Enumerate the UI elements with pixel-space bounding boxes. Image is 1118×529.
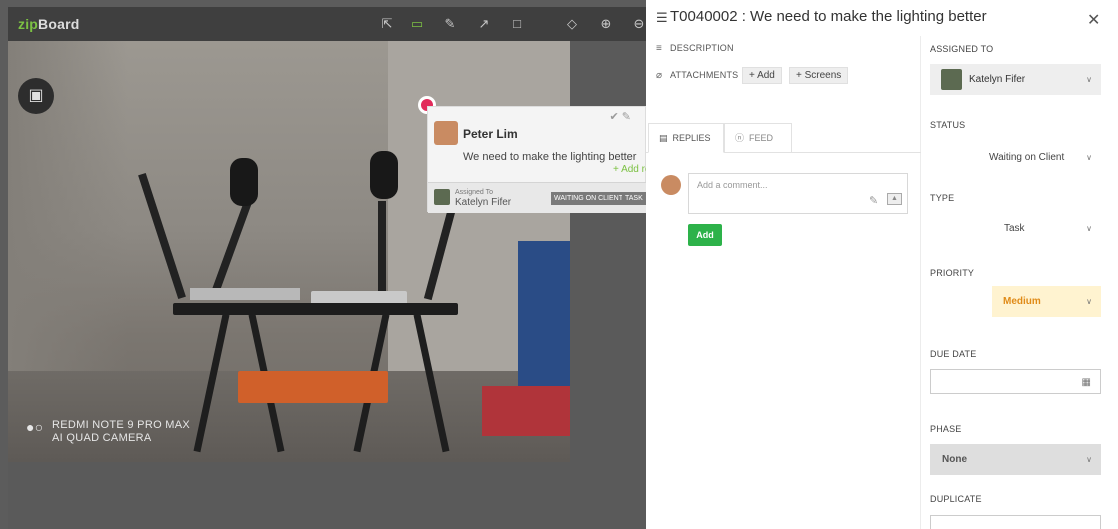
avatar	[941, 69, 962, 90]
chevron-down-icon: ∨	[1086, 75, 1092, 84]
phase-label: PHASE	[930, 424, 962, 434]
reply-icon: ▤	[659, 133, 673, 143]
type-value: Task	[1004, 223, 1025, 234]
check-icon[interactable]: ✔ ✎	[610, 110, 632, 123]
annotation-canvas[interactable]: zipBoard ⇱ ▭ ✎ ↗ □ ◇ ⊕ ⊖ ●○ REDMI NOTE 9…	[0, 0, 646, 529]
microphone-right	[370, 151, 398, 199]
phase-value: None	[942, 454, 967, 465]
camera-brand-icon: ●○	[26, 419, 44, 435]
avatar	[434, 189, 450, 205]
add-reply-link[interactable]: + Add re	[613, 164, 646, 175]
red-object	[482, 386, 570, 436]
due-date-input[interactable]: ▦	[930, 369, 1101, 394]
watermark-line1: REDMI NOTE 9 PRO MAX	[52, 419, 191, 431]
task-sidebar: ASSIGNED TO Katelyn Fifer ∨ STATUS Waiti…	[921, 36, 1118, 529]
description-label: DESCRIPTION	[670, 43, 734, 53]
priority-value: Medium	[1003, 296, 1041, 307]
status-select[interactable]: Waiting on Client ∨	[989, 142, 1101, 173]
comment-box[interactable]: ✎ ▲	[688, 173, 908, 214]
mic-stand-left	[138, 172, 186, 300]
chevron-down-icon: ∨	[1086, 455, 1092, 464]
popup-author: Peter Lim	[463, 127, 518, 141]
status-badge: WAITING ON CLIENT	[551, 192, 626, 205]
attach-icon[interactable]: ✎	[869, 194, 878, 207]
chevron-down-icon: ∨	[1086, 297, 1092, 306]
assigned-to-name: Katelyn Fifer	[455, 197, 512, 208]
type-label: TYPE	[930, 193, 955, 203]
tab-bar: ▤ REPLIES ⓝ FEED	[646, 123, 921, 153]
app-logo: zipBoard	[18, 16, 80, 32]
assigned-to-label: Assigned To	[455, 189, 494, 196]
rectangle-icon[interactable]: □	[508, 15, 526, 33]
assigned-to-label: ASSIGNED TO	[930, 44, 994, 54]
description-icon: ≡	[656, 43, 663, 54]
assignee-select[interactable]: Katelyn Fifer ∨	[930, 64, 1101, 95]
comment-input[interactable]	[697, 180, 847, 190]
close-icon[interactable]: ✕	[1087, 10, 1100, 30]
eraser-icon[interactable]: ◇	[563, 15, 581, 33]
microphone-left	[230, 158, 258, 206]
task-main: ≡ DESCRIPTION ⌀ ATTACHMENTS + Add + Screen…	[646, 36, 921, 529]
zoom-out-icon[interactable]: ⊖	[630, 15, 646, 33]
paperclip-icon: ⌀	[656, 70, 663, 81]
status-label: STATUS	[930, 120, 966, 130]
add-comment-button[interactable]: Add	[688, 224, 722, 246]
attachments-label: ATTACHMENTS	[670, 70, 739, 80]
annotation-popup: Peter Lim ✔ ✎ We need to make the lighti…	[427, 106, 646, 213]
canvas-background	[570, 41, 646, 462]
image-icon[interactable]: ▲	[887, 193, 902, 205]
priority-label: PRIORITY	[930, 268, 975, 278]
chevron-down-icon: ∨	[1086, 153, 1092, 162]
feed-icon: ⓝ	[735, 133, 750, 143]
comment-icon[interactable]: ▭	[408, 15, 426, 33]
add-attachment-button[interactable]: + Add	[742, 67, 782, 84]
arrow-icon[interactable]: ↗	[475, 15, 493, 33]
type-select[interactable]: Task ∨	[992, 213, 1101, 244]
assignee-name: Katelyn Fifer	[969, 74, 1026, 85]
chevron-down-icon: ∨	[1086, 224, 1092, 233]
duplicate-label: DUPLICATE	[930, 494, 982, 504]
description-row[interactable]: ≡ DESCRIPTION	[656, 43, 734, 54]
zoom-in-icon[interactable]: ⊕	[597, 15, 615, 33]
type-badge: TASK	[622, 192, 646, 205]
image-icon[interactable]: ▣	[18, 78, 54, 114]
orange-shelf	[238, 371, 388, 403]
pointer-icon[interactable]: ⇱	[378, 15, 396, 33]
mic-arm-right	[378, 201, 386, 296]
avatar	[434, 121, 458, 145]
canvas-background	[8, 462, 646, 529]
priority-select[interactable]: Medium ∨	[992, 286, 1101, 317]
list-icon: ☰	[656, 10, 668, 25]
attachments-row: ⌀ ATTACHMENTS	[656, 70, 738, 81]
tray	[190, 288, 300, 300]
task-title: T0040002 : We need to make the lighting …	[670, 8, 987, 25]
task-panel: ☰ T0040002 : We need to make the lightin…	[646, 0, 1118, 529]
add-screens-button[interactable]: + Screens	[789, 67, 849, 84]
screenshot-image[interactable]: ●○ REDMI NOTE 9 PRO MAX AI QUAD CAMERA	[8, 41, 570, 462]
popup-message: We need to make the lighting better	[463, 151, 637, 163]
mic-arm-left	[209, 192, 255, 300]
tab-replies[interactable]: ▤ REPLIES	[648, 123, 724, 153]
watermark-line2: AI QUAD CAMERA	[52, 432, 152, 444]
popup-footer: Assigned To Katelyn Fifer WAITING ON CLI…	[428, 182, 646, 213]
phase-select[interactable]: None ∨	[930, 444, 1101, 475]
duplicate-input[interactable]	[930, 515, 1101, 529]
avatar	[661, 175, 681, 195]
pencil-icon[interactable]: ✎	[441, 15, 459, 33]
calendar-icon[interactable]: ▦	[1082, 367, 1091, 398]
canvas-toolbar: zipBoard ⇱ ▭ ✎ ↗ □ ◇ ⊕ ⊖	[8, 7, 646, 41]
task-header: ☰ T0040002 : We need to make the lightin…	[646, 0, 1118, 36]
table-top	[173, 303, 458, 315]
status-value: Waiting on Client	[989, 152, 1065, 163]
tab-feed[interactable]: ⓝ FEED	[724, 123, 792, 153]
due-date-label: DUE DATE	[930, 349, 977, 359]
